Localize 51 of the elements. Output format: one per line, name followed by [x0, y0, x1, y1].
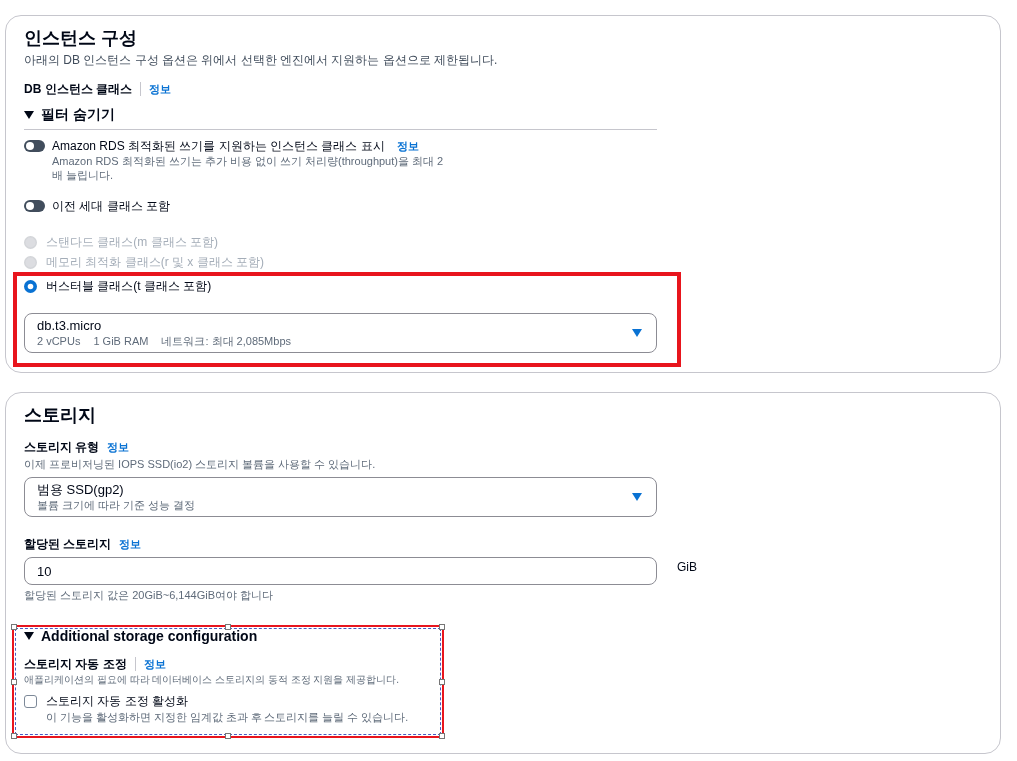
- field-label: 스토리지 자동 조정: [24, 656, 127, 673]
- checkbox-description: 이 기능을 활성화하면 지정한 임계값 초과 후 스토리지를 늘릴 수 있습니다.: [46, 710, 409, 724]
- field-label: DB 인스턴스 클래스: [24, 81, 132, 98]
- caret-down-icon: [24, 111, 34, 119]
- toggle-label: 이전 세대 클래스 포함: [52, 198, 170, 214]
- resize-handle[interactable]: [439, 678, 445, 685]
- select-detail: 볼륨 크기에 따라 기준 성능 결정: [37, 498, 196, 512]
- caret-down-icon: [632, 329, 642, 337]
- field-description: 애플리케이션의 필요에 따라 데이터베이스 스토리지의 동적 조정 지원을 제공합니다.: [24, 673, 400, 687]
- caret-down-icon: [632, 493, 642, 501]
- info-link[interactable]: 정보: [143, 656, 166, 672]
- allocated-storage-input[interactable]: 10: [24, 557, 657, 585]
- resize-handle[interactable]: [11, 678, 17, 685]
- checkbox-label: 스토리지 자동 조정 활성화: [46, 693, 189, 709]
- radio-label: 스탠다드 클래스(m 클래스 포함): [46, 234, 218, 250]
- checkbox[interactable]: [24, 695, 37, 708]
- additional-config-expander[interactable]: Additional storage configuration: [24, 627, 436, 645]
- radio-button[interactable]: [24, 279, 37, 293]
- info-link[interactable]: 정보: [396, 138, 419, 154]
- section-title: 스토리지: [24, 404, 96, 427]
- radio-label: 버스터블 클래스(t 클래스 포함): [46, 278, 212, 294]
- select-detail: 네트워크: 최대 2,085Mbps: [161, 334, 291, 348]
- select-value: db.t3.micro: [37, 318, 103, 334]
- field-hint: 할당된 스토리지 값은 20GiB~6,144GiB여야 합니다: [24, 588, 274, 602]
- select-detail: 2 vCPUs: [37, 334, 81, 348]
- unit-label: GiB: [677, 559, 697, 575]
- section-description: 아래의 DB 인스턴스 구성 옵션은 위에서 선택한 엔진에서 지원하는 옵션으로 제한됩니다.: [24, 52, 498, 68]
- field-label: 할당된 스토리지: [24, 536, 112, 553]
- resize-handle[interactable]: [439, 733, 445, 739]
- select-value: 범용 SSD(gp2): [37, 482, 125, 498]
- caret-down-icon: [24, 632, 34, 640]
- toggle-switch[interactable]: [24, 140, 45, 152]
- resize-handle[interactable]: [11, 733, 17, 739]
- resize-handle[interactable]: [439, 624, 445, 630]
- select-detail: 1 GiB RAM: [93, 334, 149, 348]
- toggle-switch[interactable]: [24, 200, 45, 212]
- resize-handle[interactable]: [225, 733, 231, 739]
- radio-label: 메모리 최적화 클래스(r 및 x 클래스 포함): [46, 254, 264, 270]
- field-description: 이제 프로비저닝된 IOPS SSD(io2) 스토리지 볼륨을 사용할 수 있습니다.: [24, 457, 376, 471]
- storage-type-select[interactable]: 범용 SSD(gp2) 볼륨 크기에 따라 기준 성능 결정: [24, 477, 657, 517]
- instance-class-select[interactable]: db.t3.micro 2 vCPUs 1 GiB RAM 네트워크: 최대 2,085Mbps: [24, 313, 657, 353]
- section-title: 인스턴스 구성: [24, 27, 137, 50]
- field-label: 스토리지 유형: [24, 439, 100, 456]
- resize-handle[interactable]: [11, 624, 17, 630]
- resize-handle[interactable]: [225, 624, 231, 630]
- toggle-label: Amazon RDS 최적화된 쓰기를 지원하는 인스턴스 클래스 표시: [52, 138, 385, 154]
- filter-expander[interactable]: 필터 숨기기: [24, 105, 115, 125]
- toggle-description: Amazon RDS 최적화된 쓰기는 추가 비용 없이 쓰기 처리량(throughput)을 최대 2 배 늘립니다.: [52, 154, 445, 182]
- info-link[interactable]: 정보: [149, 81, 171, 97]
- info-link[interactable]: 정보: [119, 536, 142, 552]
- info-link[interactable]: 정보: [107, 439, 130, 455]
